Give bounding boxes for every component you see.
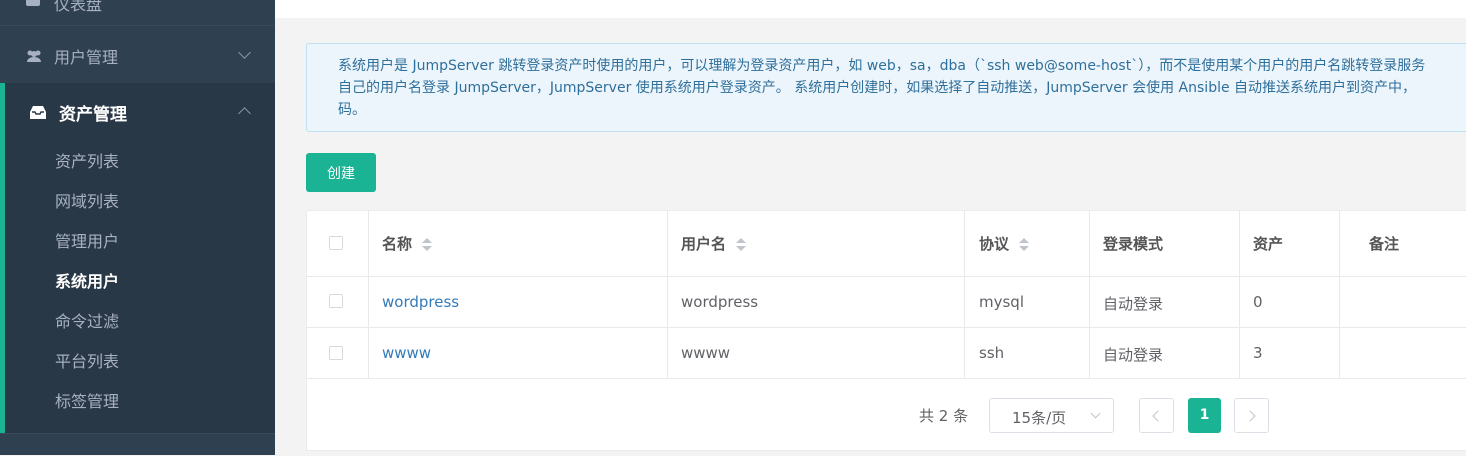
sidebar-item-asset-management[interactable]: 资产管理: [5, 83, 275, 141]
system-user-table: 名称 用户名 协议 登录模式 资产 备注 wordpress wordpress…: [306, 210, 1466, 451]
col-header-username[interactable]: 用户名: [681, 233, 747, 254]
chevron-down-icon: [1090, 408, 1101, 419]
sidebar: 仪表盘 用户管理 资产管理 资产列表 网域列表 管理用户 系统用户 命令过滤 平…: [0, 0, 275, 455]
info-alert: 系统用户是 JumpServer 跳转登录资产时使用的用户，可以理解为登录资产用…: [306, 43, 1466, 132]
row-checkbox[interactable]: [329, 346, 343, 360]
column-divider: [368, 211, 369, 379]
select-all-checkbox[interactable]: [329, 236, 343, 250]
sidebar-subitem-asset-list[interactable]: 资产列表: [55, 148, 119, 172]
sidebar-item-label: 用户管理: [54, 48, 119, 67]
alert-line: 自己的用户名登录 JumpServer，JumpServer 使用系统用户登录资…: [338, 80, 1417, 96]
next-page-button[interactable]: [1234, 398, 1269, 433]
dashboard-icon: [25, 0, 41, 7]
col-header-comment: 备注: [1369, 235, 1400, 253]
col-header-assets: 资产: [1253, 235, 1284, 253]
sidebar-subitem-command-filter[interactable]: 命令过滤: [55, 308, 119, 332]
alert-line: 码。: [338, 102, 366, 118]
column-divider: [964, 211, 965, 379]
prev-page-button[interactable]: [1139, 398, 1174, 433]
page-size-select[interactable]: 15条/页: [989, 398, 1114, 433]
cell-protocol: mysql: [979, 293, 1024, 311]
sidebar-subitem-label-management[interactable]: 标签管理: [55, 388, 119, 412]
chevron-left-icon: [1152, 410, 1164, 422]
top-bar: [275, 0, 1466, 18]
column-divider: [1089, 211, 1090, 379]
sidebar-subitem-domain-list[interactable]: 网域列表: [55, 188, 119, 212]
sidebar-item-dashboard[interactable]: 仪表盘: [0, 0, 275, 21]
cell-name-link[interactable]: wwww: [382, 344, 431, 362]
cell-login-mode: 自动登录: [1103, 295, 1164, 313]
chevron-down-icon: [238, 46, 251, 59]
sidebar-subitem-platform-list[interactable]: 平台列表: [55, 348, 119, 372]
sort-icon[interactable]: [736, 237, 747, 252]
inbox-icon: [30, 104, 46, 123]
page-size-value: 15条/页: [1012, 409, 1067, 427]
alert-line: 系统用户是 JumpServer 跳转登录资产时使用的用户，可以理解为登录资产用…: [338, 58, 1426, 74]
sidebar-group-asset-management: 资产管理 资产列表 网域列表 管理用户 系统用户 命令过滤 平台列表 标签管理: [0, 83, 275, 433]
sidebar-item-next[interactable]: [0, 433, 275, 456]
sidebar-item-label: 仪表盘: [54, 0, 103, 14]
cell-assets: 0: [1253, 293, 1263, 311]
cell-name-link[interactable]: wordpress: [382, 293, 459, 311]
sort-icon[interactable]: [422, 237, 433, 252]
sidebar-item-user-management[interactable]: 用户管理: [0, 25, 275, 84]
users-icon: [25, 48, 41, 62]
sidebar-subitem-system-user[interactable]: 系统用户: [55, 268, 119, 292]
row-checkbox[interactable]: [329, 294, 343, 308]
sidebar-subitem-admin-user[interactable]: 管理用户: [55, 228, 119, 252]
sort-icon[interactable]: [1019, 237, 1030, 252]
cell-login-mode: 自动登录: [1103, 346, 1164, 364]
table-row: wwww wwww ssh 自动登录 3: [307, 327, 1466, 379]
cell-username: wordpress: [681, 293, 759, 311]
table-row: wordpress wordpress mysql 自动登录 0: [307, 276, 1466, 328]
cell-username: wwww: [681, 344, 731, 362]
column-divider: [1239, 211, 1240, 379]
pagination-total: 共 2 条: [919, 407, 969, 425]
col-header-protocol[interactable]: 协议: [979, 233, 1030, 254]
sidebar-item-label: 资产管理: [59, 105, 127, 125]
col-header-name[interactable]: 名称: [382, 233, 433, 254]
column-divider: [1339, 211, 1340, 379]
col-header-login-mode: 登录模式: [1103, 235, 1164, 253]
cell-protocol: ssh: [979, 344, 1005, 362]
column-divider: [667, 211, 668, 379]
chevron-right-icon: [1244, 410, 1256, 422]
table-header-row: 名称 用户名 协议 登录模式 资产 备注: [307, 211, 1466, 277]
create-button[interactable]: 创建: [306, 153, 376, 192]
page-number-current[interactable]: 1: [1188, 398, 1221, 433]
cell-assets: 3: [1253, 344, 1263, 362]
chevron-up-icon: [238, 107, 251, 120]
